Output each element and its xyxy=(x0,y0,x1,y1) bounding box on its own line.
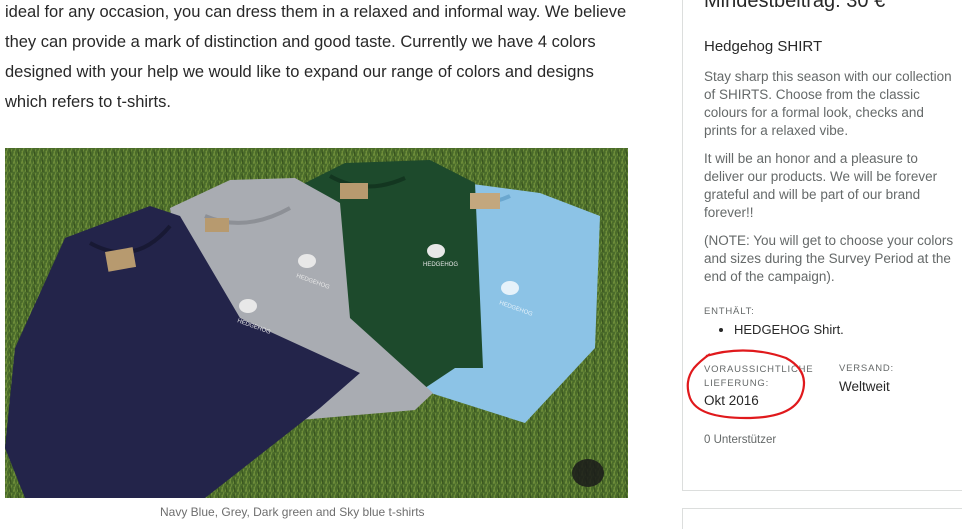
description-line: (NOTE: You will get to choose your color… xyxy=(704,233,954,248)
story-line: designed with your help we would like to… xyxy=(5,63,594,81)
next-reward-card[interactable] xyxy=(682,508,962,529)
story-line: which refers to t-shirts. xyxy=(5,93,171,111)
story-paragraph: ideal for any occasion, you can dress th… xyxy=(5,0,645,117)
description-line: colours for a formal look, checks and xyxy=(704,105,924,120)
includes-item: HEDGEHOG Shirt. xyxy=(734,322,844,337)
tshirts-image: HEDGEHOG HEDGEHOG HEDGEHOG HEDGEHOG xyxy=(5,148,628,498)
delivery-label-line: VORAUSSICHTLICHE xyxy=(704,364,814,375)
reward-card[interactable]: Mindestbeitrag: 30 € Hedgehog SHIRT Stay… xyxy=(682,0,962,491)
description-line: Stay sharp this season with our collecti… xyxy=(704,69,952,84)
estimated-delivery-value: Okt 2016 xyxy=(704,393,759,408)
includes-label: ENTHÄLT: xyxy=(704,306,755,317)
description-line: prints for a relaxed vibe. xyxy=(704,123,849,138)
description-line: grateful and will be part of our brand xyxy=(704,187,921,202)
logo-mark: HEDGEHOG xyxy=(423,262,458,268)
reward-note: (NOTE: You will get to choose your color… xyxy=(704,232,962,286)
reward-description: Stay sharp this season with our collecti… xyxy=(704,68,962,140)
shipping-value: Weltweit xyxy=(839,379,890,394)
backers-count: 0 Unterstützer xyxy=(704,434,777,446)
description-line: deliver our products. We will be forever xyxy=(704,169,938,184)
includes-list: HEDGEHOG Shirt. xyxy=(704,322,844,337)
story-line: they can provide a mark of distinction a… xyxy=(5,33,596,51)
delivery-label-line: LIEFERUNG: xyxy=(704,378,770,389)
description-line: It will be an honor and a pleasure to xyxy=(704,151,918,166)
story-line: ideal for any occasion, you can dress th… xyxy=(5,3,627,21)
description-line: of SHIRTS. Choose from the classic xyxy=(704,87,920,102)
shipping-label: VERSAND: xyxy=(839,363,894,374)
description-line: forever!! xyxy=(704,205,754,220)
estimated-delivery-label: VORAUSSICHTLICHE LIEFERUNG: xyxy=(704,363,824,391)
minimum-pledge: Mindestbeitrag: 30 € xyxy=(704,0,886,12)
reward-description: It will be an honor and a pleasure to de… xyxy=(704,150,962,222)
product-photo: HEDGEHOG HEDGEHOG HEDGEHOG HEDGEHOG xyxy=(5,148,628,498)
reward-title: Hedgehog SHIRT xyxy=(704,38,823,55)
description-line: and sizes during the Survey Period at th… xyxy=(704,251,951,266)
photo-caption: Navy Blue, Grey, Dark green and Sky blue… xyxy=(160,505,425,519)
description-line: end of the campaign). xyxy=(704,269,835,284)
